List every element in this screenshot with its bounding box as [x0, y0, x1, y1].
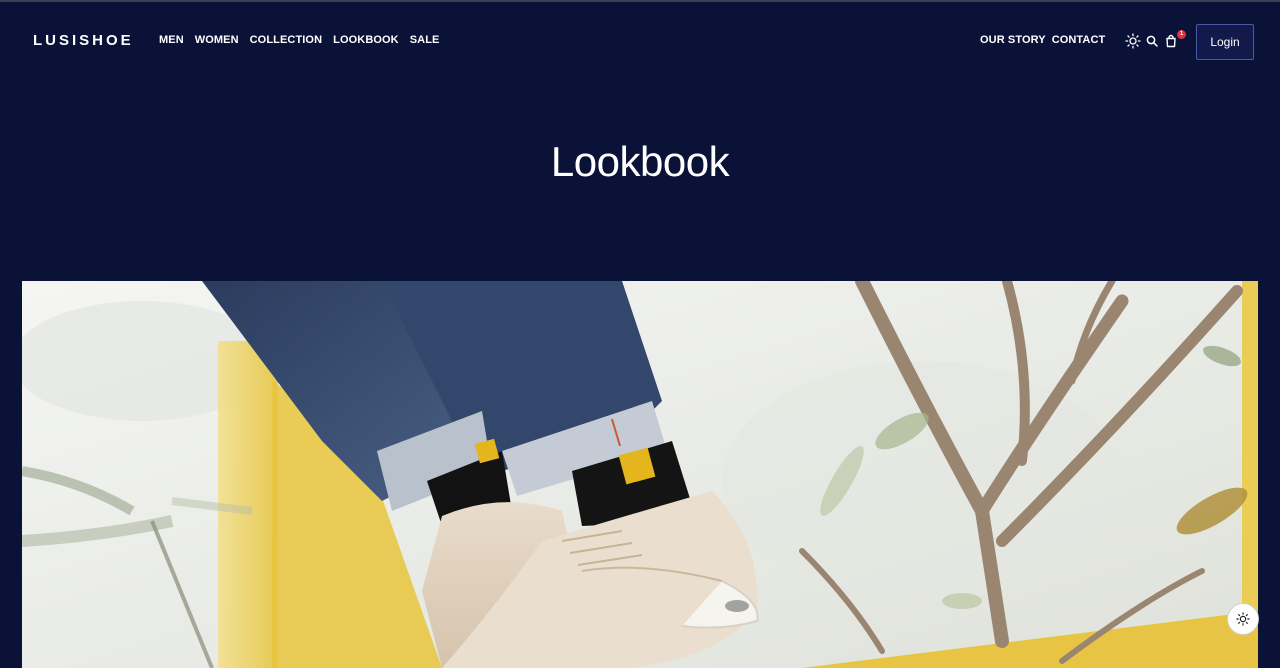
floating-theme-toggle[interactable] [1227, 603, 1259, 635]
cart-count-badge: 1 [1177, 30, 1186, 39]
nav-our-story[interactable]: OUR STORY [980, 34, 1046, 46]
nav-women[interactable]: WOMEN [195, 34, 239, 46]
sun-icon[interactable] [1125, 33, 1141, 49]
main-nav: MEN WOMEN COLLECTION LOOKBOOK SALE [159, 34, 439, 46]
login-button[interactable]: Login [1196, 24, 1254, 60]
search-icon[interactable] [1144, 33, 1160, 49]
nav-men[interactable]: MEN [159, 34, 184, 46]
nav-lookbook[interactable]: LOOKBOOK [333, 34, 399, 46]
nav-sale[interactable]: SALE [410, 34, 440, 46]
page-title: Lookbook [550, 138, 730, 185]
secondary-nav: OUR STORY CONTACT [980, 34, 1105, 46]
nav-contact[interactable]: CONTACT [1052, 34, 1106, 46]
brand-logo[interactable]: LUSISHOE [33, 32, 134, 49]
nav-collection[interactable]: COLLECTION [250, 34, 323, 46]
sun-icon [1236, 612, 1250, 626]
hero-photo [22, 281, 1258, 668]
lookbook-hero-image [22, 281, 1258, 668]
site-header: LUSISHOE MEN WOMEN COLLECTION LOOKBOOK S… [0, 2, 1280, 78]
